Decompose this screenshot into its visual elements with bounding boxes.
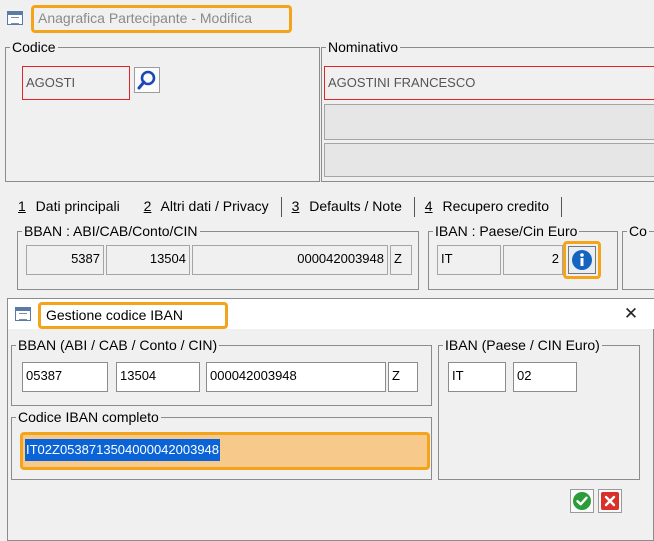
bban-cab-field[interactable]: 13504 [106,245,190,275]
bban-legend: BBAN : ABI/CAB/Conto/CIN [24,223,198,239]
main-window-title: Anagrafica Partecipante - Modifica [38,10,252,26]
iban-cin-euro-field[interactable]: 2 [503,245,563,275]
iban-dialog: Gestione codice IBAN ✕ BBAN (ABI / CAB /… [7,298,654,541]
dialog-paese-field[interactable]: IT [448,362,506,392]
cancel-icon [601,492,619,510]
dialog-iban-group: IBAN (Paese / CIN Euro) [438,338,640,480]
nominativo-line2-field[interactable] [324,104,654,140]
dialog-abi-field[interactable]: 05387 [22,362,108,392]
codice-group: Codice [5,40,320,182]
dialog-bban-legend: BBAN (ABI / CAB / Conto / CIN) [18,337,218,353]
iban-completo-field[interactable]: IT02Z0538713504000042003948 [25,439,423,465]
dialog-cin-field[interactable]: Z [388,362,418,392]
cancel-button[interactable] [598,489,622,513]
bban-conto-field[interactable]: 000042003948 [192,245,388,275]
dialog-iban-legend: IBAN (Paese / CIN Euro) [445,337,600,353]
partial-legend: Co [629,223,647,239]
search-icon [137,70,156,90]
codice-field[interactable]: AGOSTI [22,66,130,100]
nominativo-field[interactable]: AGOSTINI FRANCESCO [324,66,654,100]
dialog-cin-euro-field[interactable]: 02 [513,362,577,392]
tab-altri-dati-privacy[interactable]: 2 Altri dati / Privacy [144,198,275,214]
iban-completo-legend: Codice IBAN completo [18,409,159,425]
codice-legend: Codice [12,39,56,55]
bban-cin-field[interactable]: Z [390,245,412,275]
tab-divider [280,197,282,218]
dialog-close-button[interactable]: ✕ [618,303,644,325]
tab-divider [561,197,563,218]
info-icon [572,250,592,270]
tab-recupero-credito[interactable]: 4 Recupero credito [425,198,555,214]
confirm-button[interactable] [570,489,594,513]
iban-paese-field[interactable]: IT [437,245,501,275]
checkmark-icon [573,492,591,510]
window-icon [7,11,23,25]
search-button[interactable] [134,67,160,93]
dialog-window-icon [15,307,31,321]
iban-completo-value: IT02Z0538713504000042003948 [25,439,221,461]
iban-legend: IBAN : Paese/Cin Euro [435,223,578,239]
dialog-conto-field[interactable]: 000042003948 [206,362,386,392]
tab-bar: 1 Dati principali 2 Altri dati / Privacy… [18,195,568,218]
dialog-cab-field[interactable]: 13504 [116,362,200,392]
partial-group: Co [622,224,654,290]
close-icon: ✕ [623,304,639,323]
bban-abi-field[interactable]: 5387 [26,245,104,275]
tab-divider [413,197,415,218]
tab-dati-principali[interactable]: 1 Dati principali [18,198,126,214]
nominativo-legend: Nominativo [328,39,399,55]
nominativo-line3-field[interactable] [324,143,654,177]
info-button[interactable] [568,246,596,274]
tab-defaults-note[interactable]: 3 Defaults / Note [292,198,408,214]
dialog-title: Gestione codice IBAN [46,307,183,323]
